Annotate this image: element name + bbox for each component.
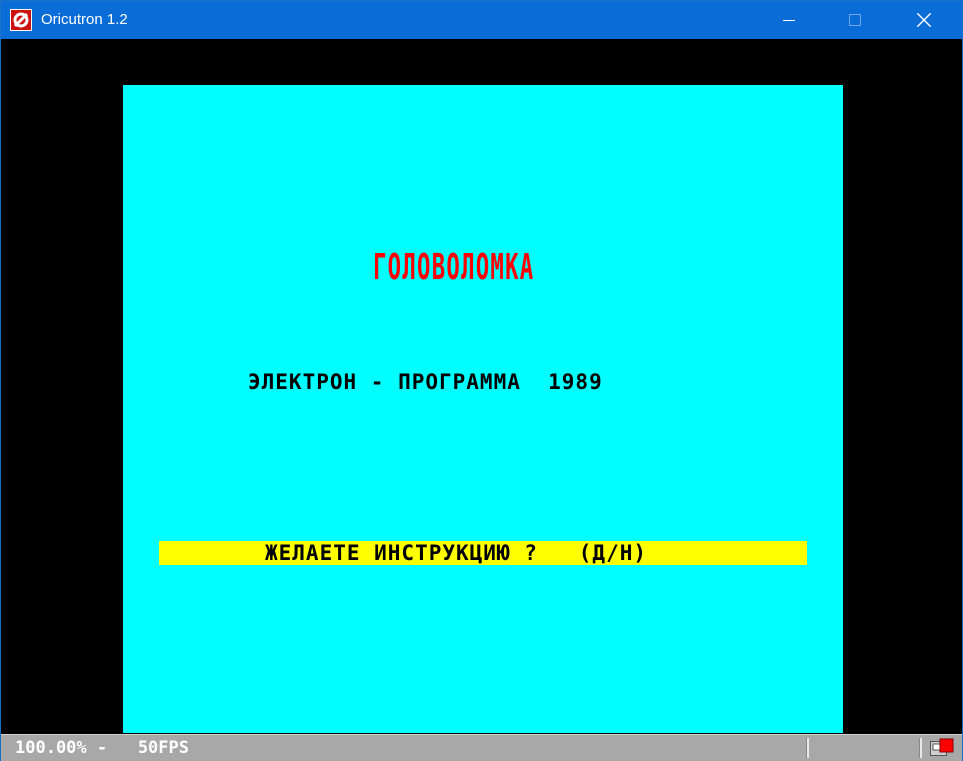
minimize-icon	[783, 20, 795, 21]
status-bar: 100.00% - 50FPS	[1, 734, 962, 761]
close-icon	[917, 13, 931, 27]
close-button[interactable]	[901, 1, 947, 39]
oricutron-logo-icon[interactable]	[10, 9, 32, 31]
maximize-icon	[849, 14, 861, 26]
oric-screen[interactable]: ГОЛОВОЛОМКА ЭЛЕКТРОН - ПРОГРАММА 1989 ЖЕ…	[123, 85, 843, 733]
instructions-prompt: ЖЕЛАЕТЕ ИНСТРУКЦИЮ ? (Д/Н)	[265, 541, 648, 565]
window-title: Oricutron 1.2	[41, 11, 128, 28]
game-title: ГОЛОВОЛОМКА	[373, 247, 535, 288]
maximize-button[interactable]	[832, 1, 878, 39]
emulator-window: Oricutron 1.2 ГОЛОВОЛОМКА ЭЛЕКТРОН - ПРО…	[0, 0, 963, 761]
minimize-button[interactable]	[766, 1, 812, 39]
disk-activity-icon	[930, 738, 954, 759]
instructions-prompt-bar: ЖЕЛАЕТЕ ИНСТРУКЦИЮ ? (Д/Н)	[159, 541, 807, 565]
status-divider	[806, 738, 809, 758]
credit-line: ЭЛЕКТРОН - ПРОГРАММА 1989	[248, 370, 603, 394]
speed-fps-readout: 100.00% - 50FPS	[15, 738, 189, 758]
status-divider	[919, 738, 922, 758]
title-bar[interactable]: Oricutron 1.2	[1, 1, 962, 39]
